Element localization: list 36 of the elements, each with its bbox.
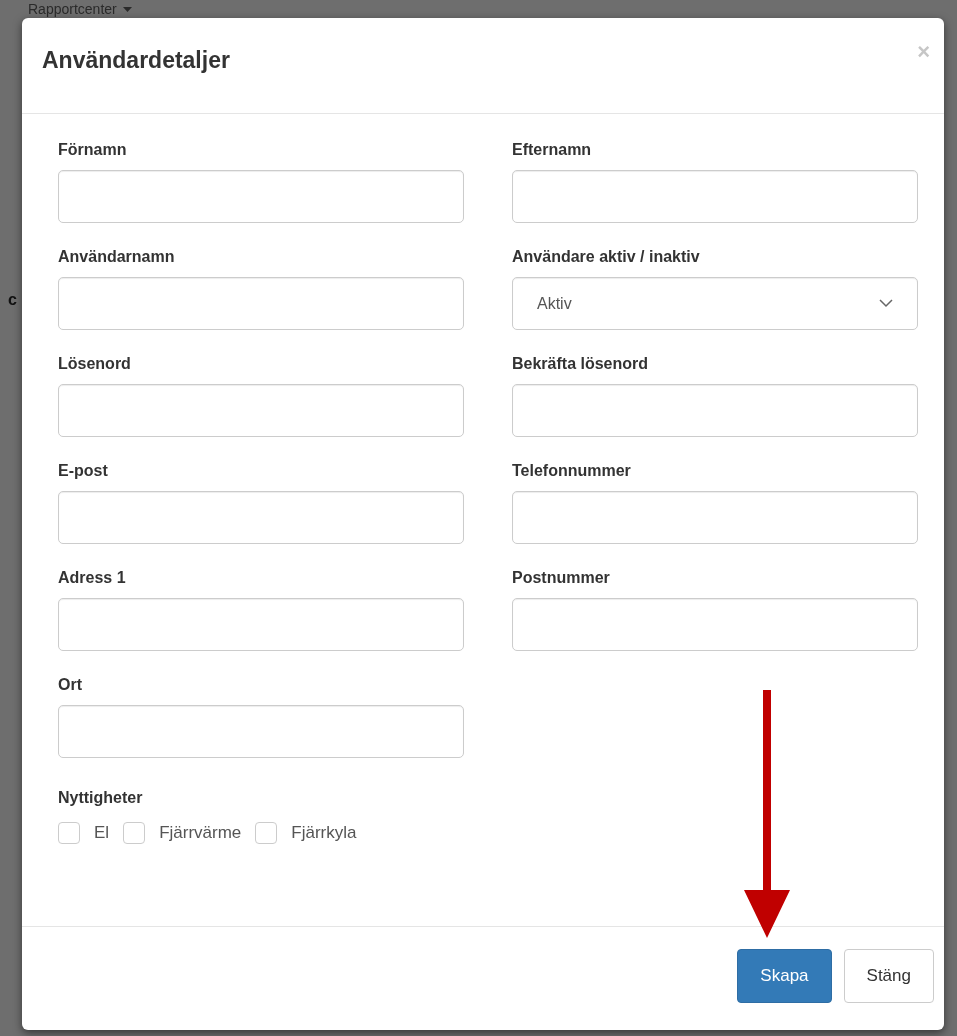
input-field[interactable]: [512, 170, 918, 223]
checkbox[interactable]: [58, 821, 80, 844]
chevron-icon: [879, 299, 893, 308]
checkbox-label: Fjärrvärme: [159, 822, 242, 844]
select-field[interactable]: Aktiv: [512, 277, 918, 330]
input-field[interactable]: [58, 705, 464, 758]
field-label: Bekräfta lösenord: [512, 354, 650, 374]
field-label: Förnamn: [58, 140, 128, 160]
field-label: E-post: [58, 461, 109, 481]
input-field[interactable]: [58, 384, 464, 437]
field-label: Användarnamn: [58, 247, 176, 267]
dialog-title: Användardetaljer: [42, 46, 230, 75]
menu-label: Rapportcenter: [28, 1, 117, 17]
field-label: Lösenord: [58, 354, 132, 374]
input-field[interactable]: [58, 170, 464, 223]
input-field[interactable]: [58, 598, 464, 651]
checkbox[interactable]: [255, 821, 278, 844]
field-label: Efternamn: [512, 140, 593, 160]
close-dialog-button[interactable]: Stäng: [843, 948, 934, 1003]
checkbox[interactable]: [123, 821, 146, 844]
field-label: Adress 1: [58, 568, 127, 588]
checkbox-label: Fjärrkyla: [291, 822, 357, 844]
input-field[interactable]: [512, 491, 918, 544]
input-field[interactable]: [58, 277, 464, 330]
input-field[interactable]: [512, 598, 918, 651]
field-label: Användare aktiv / inaktiv: [512, 247, 701, 267]
field-label: Ort: [58, 675, 83, 695]
caret-icon: [122, 6, 132, 12]
input-field[interactable]: [58, 491, 464, 544]
field-label: Nyttigheter: [58, 788, 144, 808]
field-label: Postnummer: [512, 568, 611, 588]
create-button[interactable]: Skapa: [737, 948, 832, 1003]
checkbox-label: El: [94, 822, 110, 844]
input-field[interactable]: [512, 384, 918, 437]
background-text: c: [8, 290, 17, 310]
field-label: Telefonnummer: [512, 461, 632, 481]
